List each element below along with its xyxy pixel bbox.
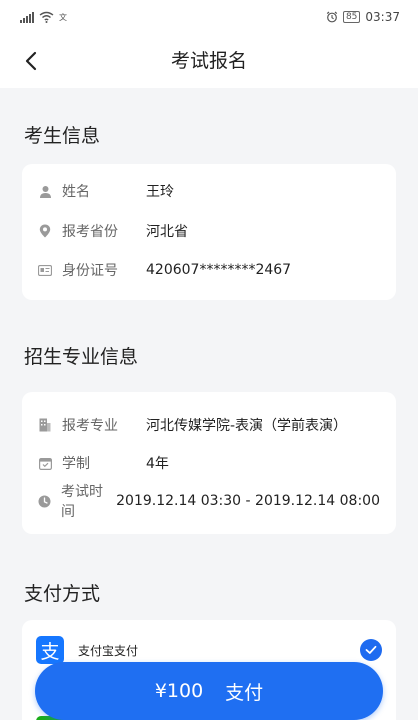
pay-amount: ¥100: [154, 680, 204, 702]
info-label: 报考省份: [62, 224, 118, 240]
info-value: 4年: [146, 456, 169, 472]
info-value: 王玲: [146, 184, 174, 200]
location-pin-icon: [38, 224, 52, 238]
info-label: 姓名: [62, 184, 90, 200]
building-icon: [38, 418, 52, 432]
person-icon: [38, 184, 52, 198]
pay-button[interactable]: ¥100 支付: [35, 662, 383, 720]
candidate-info-card: 姓名 王玲 报考省份 河北省 身份证号 420607********2467: [22, 164, 396, 300]
info-row-id-number: 身份证号 420607********2467: [38, 258, 380, 282]
info-row-province: 报考省份 河北省: [38, 219, 380, 243]
chevron-left-icon: [25, 51, 37, 71]
status-bar-left: 文: [20, 11, 68, 23]
battery-indicator: 85: [342, 11, 361, 23]
pay-button-label: 支付: [225, 681, 264, 704]
candidate-section-title: 考生信息: [24, 125, 101, 147]
alarm-clock-icon: [326, 11, 338, 23]
info-row-duration: 学制 4年: [38, 451, 380, 475]
signal-strength-icon: [20, 11, 34, 23]
clock-icon: [38, 494, 51, 508]
navigation-bar: 考试报名: [0, 34, 418, 88]
major-info-card: 报考专业 河北传媒学院-表演（学前表演） 学制 4年 考试时间 2019.12.…: [22, 392, 396, 534]
wifi-icon: [39, 11, 54, 23]
info-label: 考试时间: [61, 484, 103, 520]
back-button[interactable]: [14, 44, 48, 78]
major-section-title: 招生专业信息: [24, 346, 139, 368]
info-row-major: 报考专业 河北传媒学院-表演（学前表演）: [38, 413, 380, 437]
selected-check-icon[interactable]: [360, 639, 382, 661]
info-label: 学制: [62, 456, 90, 472]
page-title: 考试报名: [170, 50, 247, 72]
status-bar-right: 85 03:37: [326, 10, 400, 24]
calendar-icon: [38, 456, 52, 470]
id-card-icon: [38, 263, 52, 277]
info-value: 420607********2467: [146, 262, 292, 278]
info-label: 报考专业: [62, 418, 118, 434]
network-type-indicator: 文: [59, 12, 67, 22]
info-value: 河北传媒学院-表演（学前表演）: [146, 418, 348, 434]
payment-option-label: 支付宝支付: [78, 643, 139, 658]
info-row-name: 姓名 王玲: [38, 179, 380, 203]
payment-section-title: 支付方式: [24, 583, 101, 605]
info-value: 2019.12.14 03:30 - 2019.12.14 08:00: [116, 493, 380, 509]
info-row-exam-time: 考试时间 2019.12.14 03:30 - 2019.12.14 08:00: [38, 484, 380, 520]
alipay-icon: 支: [36, 636, 64, 664]
info-label: 身份证号: [62, 263, 118, 279]
info-value: 河北省: [146, 224, 188, 240]
status-bar: 文 85 03:37: [0, 0, 418, 34]
status-time: 03:37: [365, 10, 400, 24]
